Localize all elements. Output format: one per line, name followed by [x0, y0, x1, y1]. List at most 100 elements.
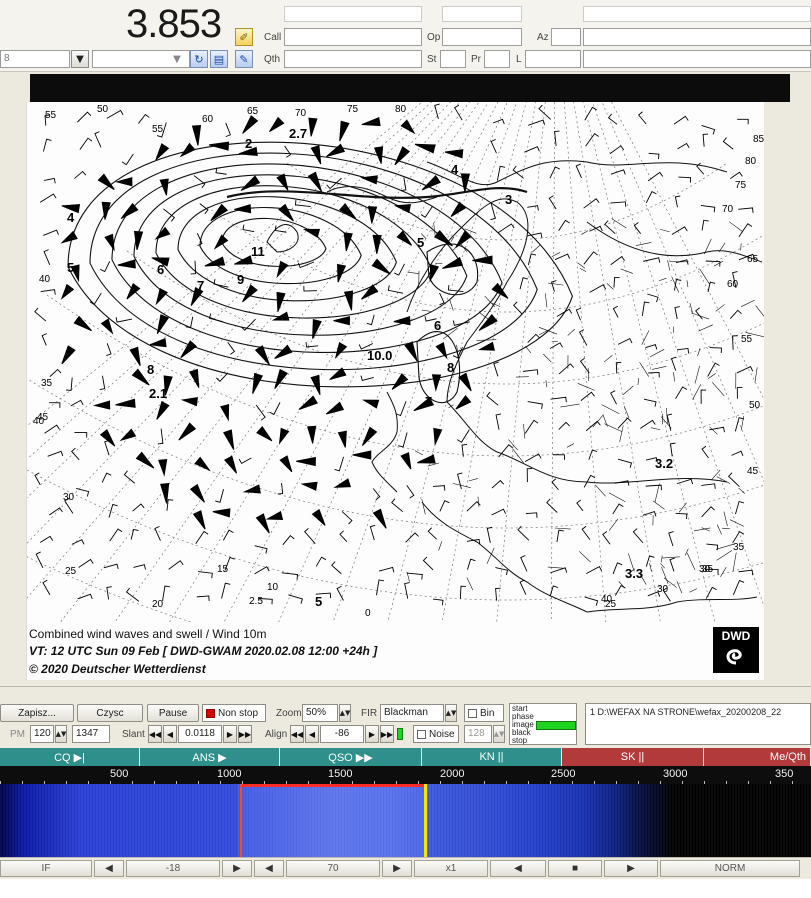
- map-value-label: 80: [395, 104, 407, 115]
- macro-bar: CQ ▶| ANS ▶ QSO ▶▶ KN || SK || Me/Qth: [0, 748, 811, 766]
- waterfall-display[interactable]: [0, 784, 811, 857]
- az-field[interactable]: [551, 28, 581, 46]
- macro-sk-button[interactable]: SK ||: [562, 748, 704, 766]
- mode-field[interactable]: 8: [0, 50, 70, 68]
- locator-label: L: [516, 54, 522, 65]
- map-value-label: 75: [735, 180, 747, 191]
- if-button[interactable]: IF: [0, 860, 92, 877]
- chevron-down-icon: ▼: [173, 53, 181, 65]
- checkbox-icon: [417, 729, 426, 739]
- map-value-label: 8: [147, 362, 154, 377]
- mode-dropdown-button[interactable]: ▼: [71, 50, 89, 68]
- level-right-icon[interactable]: ▶: [382, 860, 412, 877]
- weather-map: 5550556065 70 75 80858075706560555045403530…: [27, 102, 764, 680]
- noise-field[interactable]: 128: [464, 725, 492, 743]
- map-value-label: 50: [97, 104, 109, 115]
- fax-sync-bar: [30, 74, 790, 102]
- save-qso-icon[interactable]: ✎: [235, 50, 253, 68]
- slant-field[interactable]: 0.0118: [178, 725, 222, 743]
- macro-ans-button[interactable]: ANS ▶: [140, 748, 280, 766]
- align-left-icon[interactable]: ◀: [305, 725, 319, 743]
- clear-qso-icon[interactable]: ✐: [235, 28, 253, 46]
- sql-value-field[interactable]: -18: [126, 860, 220, 877]
- slant-left-icon[interactable]: ◀: [163, 725, 177, 743]
- macro-cq-button[interactable]: CQ ▶|: [0, 748, 140, 766]
- map-value-label: 30: [699, 564, 711, 575]
- qth-label: Qth: [264, 54, 281, 65]
- rst-field[interactable]: [442, 6, 522, 22]
- center-icon[interactable]: ■: [548, 860, 602, 877]
- map-value-label: 40: [39, 274, 51, 285]
- sql-left-icon[interactable]: ◀: [94, 860, 124, 877]
- move-left-icon[interactable]: ◀: [490, 860, 546, 877]
- map-value-label: 4: [67, 210, 75, 225]
- bandwidth-marker: [240, 784, 428, 787]
- fir-spinner[interactable]: ▲▼: [445, 704, 457, 722]
- log-icon[interactable]: ▤: [210, 50, 228, 68]
- fir-label: FIR: [361, 708, 378, 719]
- macro-qso-button[interactable]: QSO ▶▶: [280, 748, 422, 766]
- name-field[interactable]: [583, 6, 811, 22]
- save-image-button[interactable]: Zapisz...: [0, 704, 74, 722]
- sql-right-icon[interactable]: ▶: [222, 860, 252, 877]
- frequency-display[interactable]: 3.853: [126, 4, 222, 44]
- zoom-spinner[interactable]: ▲▼: [339, 704, 351, 722]
- macro-me-qth-button[interactable]: Me/Qth: [704, 748, 811, 766]
- zoom-select[interactable]: 50%: [302, 704, 338, 722]
- align-right-icon[interactable]: ▶: [365, 725, 379, 743]
- level-left-icon[interactable]: ◀: [254, 860, 284, 877]
- noise-toggle[interactable]: Noise: [413, 725, 459, 743]
- map-value-label: 35: [733, 542, 745, 553]
- map-value-label: 11: [251, 244, 265, 259]
- band-dropdown-button[interactable]: ▼: [168, 50, 186, 68]
- map-value-label: 4: [451, 162, 459, 177]
- map-value-label: 3.2: [655, 456, 673, 471]
- lpm-label: PM: [10, 729, 25, 740]
- wefax-image: 55 50 55 60 65 70 75 80 85 80 75 70 65 60 55 50 45 40 35 30…: [26, 102, 764, 680]
- image-width-field[interactable]: 1347: [72, 725, 110, 743]
- macro-kn-button[interactable]: KN ||: [422, 748, 562, 766]
- map-value-label: 2: [245, 136, 252, 151]
- province-field[interactable]: [484, 50, 510, 68]
- scale-tick-3500: 350: [775, 768, 794, 780]
- map-value-label: 65: [747, 254, 759, 265]
- pause-button[interactable]: Pause: [147, 704, 199, 722]
- fir-filter-select[interactable]: Blackman: [380, 704, 444, 722]
- refresh-icon[interactable]: ↻: [190, 50, 208, 68]
- align-fast-left-icon[interactable]: ◀◀: [290, 725, 304, 743]
- level-value-field[interactable]: 70: [286, 860, 380, 877]
- lpm-spinner[interactable]: ▲▼: [55, 725, 67, 743]
- non-stop-label: Non stop: [218, 707, 259, 719]
- map-value-label: 7: [425, 394, 432, 409]
- time-field[interactable]: [284, 6, 422, 22]
- bin-toggle[interactable]: Bin: [464, 704, 504, 722]
- map-value-label: 9: [237, 272, 244, 287]
- slant-fast-right-icon[interactable]: ▶▶: [238, 725, 252, 743]
- qth-field[interactable]: [284, 50, 422, 68]
- notes-field[interactable]: [583, 28, 811, 46]
- align-field[interactable]: -86: [320, 725, 364, 743]
- noise-spinner[interactable]: ▲▼: [493, 725, 505, 743]
- upper-sideband-cursor[interactable]: [424, 784, 427, 857]
- clear-button[interactable]: Czysc: [77, 704, 143, 722]
- speed-select[interactable]: x1: [414, 860, 488, 877]
- op-field[interactable]: [442, 28, 522, 46]
- frequency-scale[interactable]: 500 1000 1500 2000 2500 3000 350: [0, 766, 811, 784]
- call-field[interactable]: [284, 28, 422, 46]
- non-stop-toggle[interactable]: Non stop: [202, 704, 266, 722]
- map-value-label: 55: [152, 124, 164, 135]
- map-value-label: 40: [601, 594, 613, 605]
- state-field[interactable]: [440, 50, 466, 68]
- slant-right-icon[interactable]: ▶: [223, 725, 237, 743]
- lower-sideband-cursor[interactable]: [240, 784, 242, 857]
- country-field[interactable]: [583, 50, 811, 68]
- map-value-label: 25: [65, 566, 77, 577]
- lpm-field[interactable]: 120: [30, 725, 54, 743]
- noise-label: Noise: [429, 728, 455, 740]
- move-right-icon[interactable]: ▶: [604, 860, 658, 877]
- waterfall-mode-select[interactable]: NORM: [660, 860, 800, 877]
- align-fast-right-icon[interactable]: ▶▶: [380, 725, 394, 743]
- locator-field[interactable]: [525, 50, 581, 68]
- slant-fast-left-icon[interactable]: ◀◀: [148, 725, 162, 743]
- chevron-down-icon: ▼: [76, 53, 84, 65]
